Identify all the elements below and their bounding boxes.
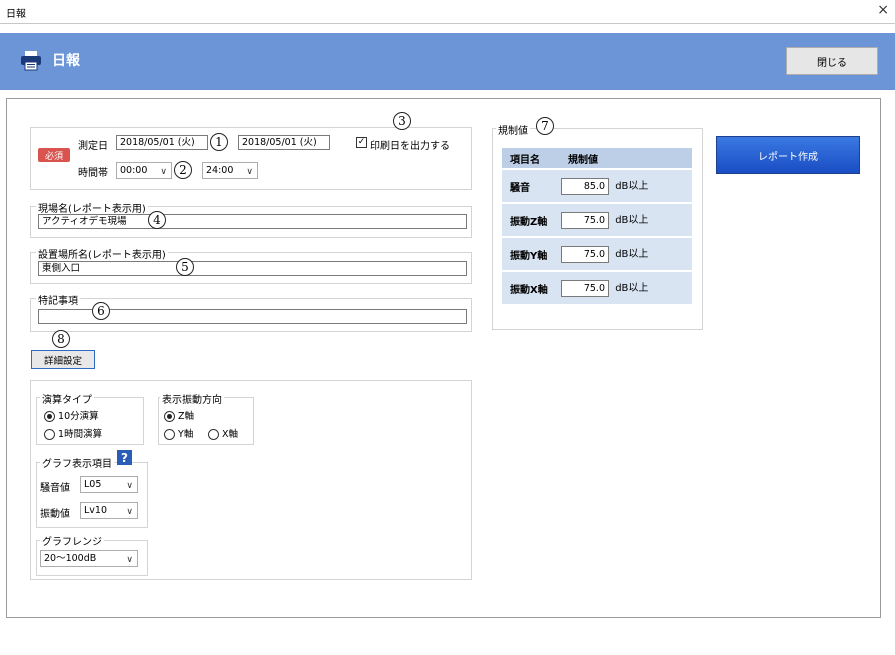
noise-value: L05 (84, 479, 102, 490)
annotation-3: 3 (393, 112, 411, 130)
window-title: 日報 (6, 9, 26, 20)
time-label: 時間帯 (78, 168, 108, 179)
regulation-item-name: 振動Y軸 (502, 238, 560, 270)
graph-items-label: グラフ表示項目 (40, 455, 114, 470)
regulation-item-name: 振動X軸 (502, 272, 560, 304)
help-icon[interactable]: ? (117, 450, 132, 465)
graph-range-label: グラフレンジ (40, 533, 104, 548)
printer-icon (21, 51, 41, 71)
date-from-field[interactable]: 2018/05/01 (火) (116, 135, 208, 150)
remarks-label: 特記事項 (36, 292, 80, 307)
radio-icon (208, 429, 219, 440)
time-from-value: 00:00 (120, 165, 148, 176)
print-date-checkbox[interactable]: ✓ (356, 137, 367, 148)
window-titlebar: 日報 × (0, 0, 895, 24)
table-row: 振動Y軸 75.0 dB以上 (502, 238, 692, 270)
regulation-unit: dB以上 (615, 249, 649, 261)
time-to-value: 24:00 (206, 165, 234, 176)
close-button[interactable]: 閉じる (786, 47, 878, 75)
dir-z-label: Z軸 (178, 411, 195, 422)
annotation-2: 2 (174, 161, 192, 179)
vib-direction-label: 表示振動方向 (160, 391, 224, 406)
dir-z-option[interactable]: Z軸 (164, 408, 194, 422)
regulation-col-value: 規制値 (560, 148, 692, 168)
chevron-down-icon: ∨ (126, 481, 133, 491)
calc-type-label: 演算タイプ (40, 391, 94, 406)
site-name-label: 現場名(レポート表示用) (36, 200, 148, 215)
dir-x-label: X軸 (222, 429, 239, 440)
chevron-down-icon: ∨ (126, 555, 133, 565)
vib-value-select[interactable]: Lv10 ∨ (80, 502, 138, 519)
regulation-label: 規制値 (496, 122, 530, 137)
calc-10min-option[interactable]: 10分演算 (44, 408, 99, 422)
noise-value-label: 騒音値 (40, 483, 70, 494)
regulation-unit: dB以上 (615, 283, 649, 295)
page-title: 日報 (52, 53, 80, 69)
detail-settings-button[interactable]: 詳細設定 (31, 350, 95, 369)
dir-y-option[interactable]: Y軸 (164, 426, 193, 440)
radio-icon (164, 429, 175, 440)
time-to-select[interactable]: 24:00 ∨ (202, 162, 258, 179)
location-input[interactable]: 東側入口 (38, 261, 467, 276)
vib-value-label: 振動値 (40, 509, 70, 520)
required-badge: 必須 (38, 148, 70, 162)
table-row: 振動Z軸 75.0 dB以上 (502, 204, 692, 236)
vib-value: Lv10 (84, 505, 108, 516)
annotation-7: 7 (536, 117, 554, 135)
annotation-4: 4 (148, 211, 166, 229)
regulation-table: 項目名 規制値 騒音 85.0 dB以上 振動Z軸 75.0 dB以上 振動Y軸… (502, 146, 692, 306)
time-from-select[interactable]: 00:00 ∨ (116, 162, 172, 179)
print-date-label: 印刷日を出力する (370, 141, 450, 152)
dir-y-label: Y軸 (178, 429, 194, 440)
annotation-8: 8 (52, 330, 70, 348)
site-name-input[interactable]: アクティオデモ現場 (38, 214, 467, 229)
regulation-value-input[interactable]: 75.0 (561, 279, 609, 297)
create-report-button[interactable]: レポート作成 (716, 136, 860, 174)
radio-selected-icon (164, 411, 175, 422)
chevron-down-icon: ∨ (126, 507, 133, 517)
window-close-icon[interactable]: × (877, 2, 889, 18)
measure-date-label: 測定日 (78, 141, 108, 152)
dir-x-option[interactable]: X軸 (208, 426, 238, 440)
regulation-item-name: 振動Z軸 (502, 204, 560, 236)
table-row: 騒音 85.0 dB以上 (502, 170, 692, 202)
calc-10min-label: 10分演算 (58, 411, 99, 422)
noise-value-select[interactable]: L05 ∨ (80, 476, 138, 493)
table-row: 振動X軸 75.0 dB以上 (502, 272, 692, 304)
annotation-6: 6 (92, 302, 110, 320)
chevron-down-icon: ∨ (160, 167, 167, 177)
annotation-5: 5 (176, 258, 194, 276)
graph-range-select[interactable]: 20～100dB ∨ (40, 550, 138, 567)
regulation-value-input[interactable]: 85.0 (561, 177, 609, 195)
regulation-item-name: 騒音 (502, 170, 560, 202)
location-label: 設置場所名(レポート表示用) (36, 246, 168, 261)
header-bar: 日報 (0, 33, 895, 90)
chevron-down-icon: ∨ (246, 167, 253, 177)
graph-range-value: 20～100dB (44, 553, 97, 564)
annotation-1: 1 (210, 133, 228, 151)
regulation-unit: dB以上 (615, 215, 649, 227)
calc-1hour-option[interactable]: 1時間演算 (44, 426, 102, 440)
radio-selected-icon (44, 411, 55, 422)
regulation-unit: dB以上 (615, 181, 649, 193)
regulation-col-item: 項目名 (502, 148, 560, 168)
regulation-value-input[interactable]: 75.0 (561, 211, 609, 229)
date-to-field[interactable]: 2018/05/01 (火) (238, 135, 330, 150)
radio-icon (44, 429, 55, 440)
calc-1hour-label: 1時間演算 (58, 429, 103, 440)
regulation-value-input[interactable]: 75.0 (561, 245, 609, 263)
